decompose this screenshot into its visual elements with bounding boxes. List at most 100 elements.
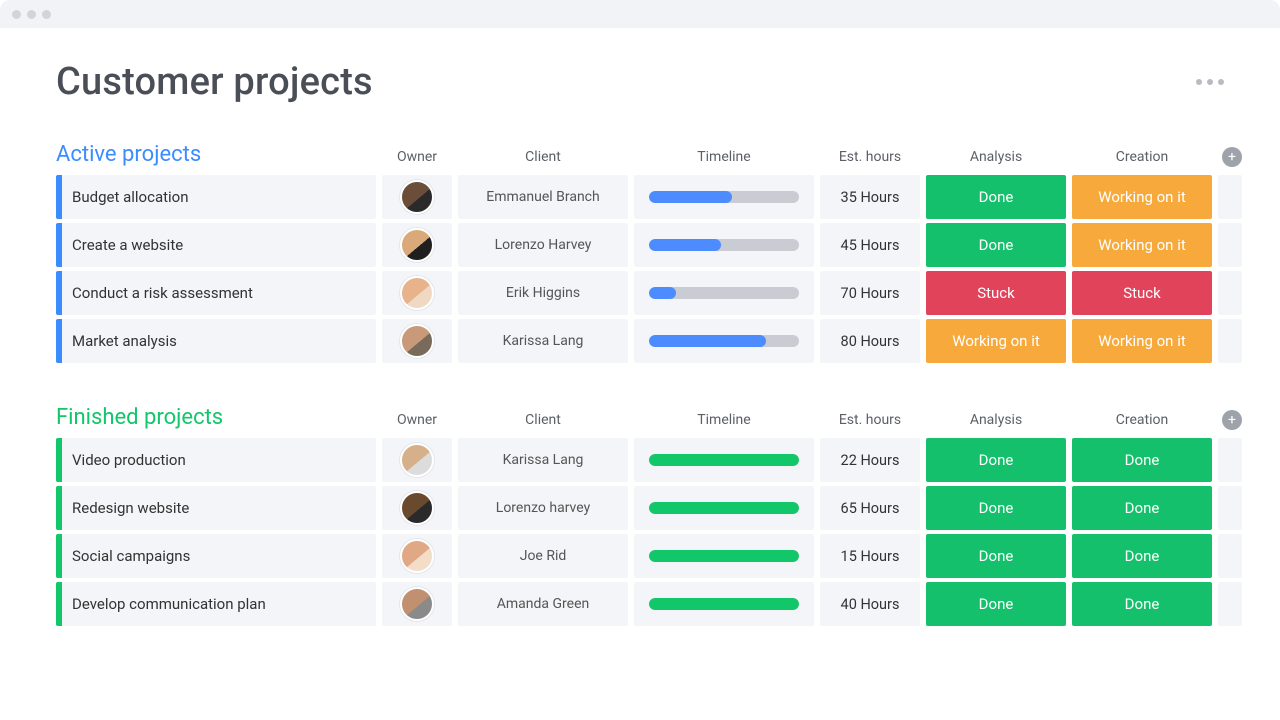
creation-status-cell[interactable]: Done bbox=[1072, 582, 1212, 626]
add-column-icon[interactable] bbox=[1222, 410, 1242, 430]
client-cell[interactable]: Joe Rid bbox=[458, 534, 628, 578]
analysis-status-cell[interactable]: Done bbox=[926, 582, 1066, 626]
timeline-cell[interactable] bbox=[634, 175, 814, 219]
timeline-bar bbox=[649, 287, 799, 299]
est-hours-cell[interactable]: 65 Hours bbox=[820, 486, 920, 530]
analysis-status-cell[interactable]: Stuck bbox=[926, 271, 1066, 315]
timeline-cell[interactable] bbox=[634, 534, 814, 578]
timeline-bar bbox=[649, 335, 799, 347]
timeline-fill bbox=[649, 191, 732, 203]
avatar bbox=[400, 276, 434, 310]
timeline-cell[interactable] bbox=[634, 486, 814, 530]
column-header-creation[interactable]: Creation bbox=[1072, 412, 1212, 430]
traffic-light-dot bbox=[27, 10, 36, 19]
creation-status-cell[interactable]: Working on it bbox=[1072, 175, 1212, 219]
column-header-analysis[interactable]: Analysis bbox=[926, 149, 1066, 167]
client-cell[interactable]: Lorenzo harvey bbox=[458, 486, 628, 530]
project-name-cell[interactable]: Social campaigns bbox=[56, 534, 376, 578]
column-header-est_hours[interactable]: Est. hours bbox=[820, 412, 920, 430]
client-cell[interactable]: Karissa Lang bbox=[458, 438, 628, 482]
row-spacer bbox=[1218, 534, 1242, 578]
est-hours-cell[interactable]: 22 Hours bbox=[820, 438, 920, 482]
table-row[interactable]: Social campaignsJoe Rid15 HoursDoneDone bbox=[56, 534, 1224, 578]
project-group: Finished projects Owner Client Timeline Est.… bbox=[56, 405, 1224, 626]
analysis-status-cell[interactable]: Done bbox=[926, 486, 1066, 530]
timeline-fill bbox=[649, 550, 799, 562]
owner-cell[interactable] bbox=[382, 438, 452, 482]
project-name-cell[interactable]: Market analysis bbox=[56, 319, 376, 363]
creation-status-cell[interactable]: Stuck bbox=[1072, 271, 1212, 315]
table-row[interactable]: Budget allocation Emmanuel Branch 35 Hours… bbox=[56, 175, 1224, 219]
est-hours-cell[interactable]: 45 Hours bbox=[820, 223, 920, 267]
owner-cell[interactable] bbox=[382, 175, 452, 219]
row-spacer bbox=[1218, 438, 1242, 482]
client-cell[interactable]: Amanda Green bbox=[458, 582, 628, 626]
timeline-cell[interactable] bbox=[634, 223, 814, 267]
analysis-status-cell[interactable]: Done bbox=[926, 534, 1066, 578]
owner-cell[interactable] bbox=[382, 534, 452, 578]
table-row[interactable]: Conduct a risk assessment Erik Higgins 70 … bbox=[56, 271, 1224, 315]
avatar bbox=[400, 539, 434, 573]
add-column-icon[interactable] bbox=[1222, 147, 1242, 167]
owner-cell[interactable] bbox=[382, 319, 452, 363]
avatar bbox=[400, 587, 434, 621]
est-hours-cell[interactable]: 80 Hours bbox=[820, 319, 920, 363]
timeline-cell[interactable] bbox=[634, 271, 814, 315]
project-name-cell[interactable]: Redesign website bbox=[56, 486, 376, 530]
est-hours-cell[interactable]: 15 Hours bbox=[820, 534, 920, 578]
avatar bbox=[400, 324, 434, 358]
row-spacer bbox=[1218, 582, 1242, 626]
table-row[interactable]: Develop communication plan Amanda Green 40… bbox=[56, 582, 1224, 626]
client-cell[interactable]: Karissa Lang bbox=[458, 319, 628, 363]
creation-status-cell[interactable]: Done bbox=[1072, 486, 1212, 530]
column-header-owner[interactable]: Owner bbox=[382, 412, 452, 430]
creation-status-cell[interactable]: Done bbox=[1072, 438, 1212, 482]
owner-cell[interactable] bbox=[382, 486, 452, 530]
analysis-status-cell[interactable]: Done bbox=[926, 223, 1066, 267]
client-cell[interactable]: Lorenzo Harvey bbox=[458, 223, 628, 267]
timeline-fill bbox=[649, 335, 766, 347]
est-hours-cell[interactable]: 40 Hours bbox=[820, 582, 920, 626]
group-title[interactable]: Active projects bbox=[56, 142, 376, 167]
column-header-client[interactable]: Client bbox=[458, 412, 628, 430]
project-name-cell[interactable]: Create a website bbox=[56, 223, 376, 267]
more-options-icon[interactable] bbox=[1196, 79, 1224, 85]
timeline-bar bbox=[649, 191, 799, 203]
owner-cell[interactable] bbox=[382, 271, 452, 315]
column-header-client[interactable]: Client bbox=[458, 149, 628, 167]
column-header-creation[interactable]: Creation bbox=[1072, 149, 1212, 167]
timeline-bar bbox=[649, 502, 799, 514]
analysis-status-cell[interactable]: Working on it bbox=[926, 319, 1066, 363]
avatar bbox=[400, 491, 434, 525]
column-header-timeline[interactable]: Timeline bbox=[634, 149, 814, 167]
creation-status-cell[interactable]: Working on it bbox=[1072, 319, 1212, 363]
column-header-owner[interactable]: Owner bbox=[382, 149, 452, 167]
table-row[interactable]: Redesign websiteLorenzo harvey65 HoursDo… bbox=[56, 486, 1224, 530]
creation-status-cell[interactable]: Done bbox=[1072, 534, 1212, 578]
group-title[interactable]: Finished projects bbox=[56, 405, 376, 430]
project-name-cell[interactable]: Budget allocation bbox=[56, 175, 376, 219]
owner-cell[interactable] bbox=[382, 223, 452, 267]
timeline-cell[interactable] bbox=[634, 438, 814, 482]
owner-cell[interactable] bbox=[382, 582, 452, 626]
column-header-est_hours[interactable]: Est. hours bbox=[820, 149, 920, 167]
est-hours-cell[interactable]: 70 Hours bbox=[820, 271, 920, 315]
analysis-status-cell[interactable]: Done bbox=[926, 175, 1066, 219]
timeline-cell[interactable] bbox=[634, 582, 814, 626]
project-name-cell[interactable]: Conduct a risk assessment bbox=[56, 271, 376, 315]
table-row[interactable]: Create a website Lorenzo Harvey 45 HoursDo… bbox=[56, 223, 1224, 267]
project-name-cell[interactable]: Develop communication plan bbox=[56, 582, 376, 626]
table-row[interactable]: Market analysisKarissa Lang80 HoursWorki… bbox=[56, 319, 1224, 363]
table-row[interactable]: Video productionKarissa Lang22 HoursDone… bbox=[56, 438, 1224, 482]
est-hours-cell[interactable]: 35 Hours bbox=[820, 175, 920, 219]
row-spacer bbox=[1218, 175, 1242, 219]
creation-status-cell[interactable]: Working on it bbox=[1072, 223, 1212, 267]
timeline-cell[interactable] bbox=[634, 319, 814, 363]
client-cell[interactable]: Erik Higgins bbox=[458, 271, 628, 315]
analysis-status-cell[interactable]: Done bbox=[926, 438, 1066, 482]
column-header-analysis[interactable]: Analysis bbox=[926, 412, 1066, 430]
title-row: Customer projects bbox=[56, 60, 1224, 104]
client-cell[interactable]: Emmanuel Branch bbox=[458, 175, 628, 219]
column-header-timeline[interactable]: Timeline bbox=[634, 412, 814, 430]
project-name-cell[interactable]: Video production bbox=[56, 438, 376, 482]
